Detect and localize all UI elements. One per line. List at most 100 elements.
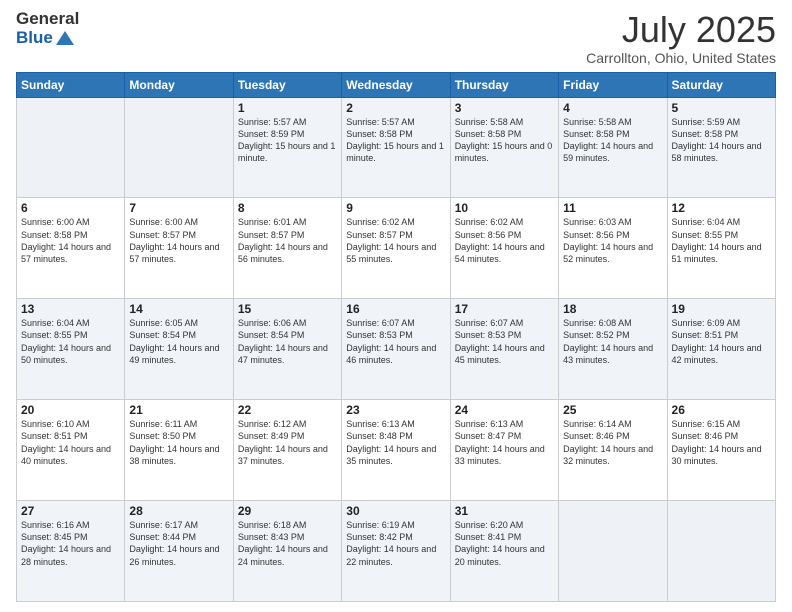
calendar-cell: 16Sunrise: 6:07 AM Sunset: 8:53 PM Dayli… (342, 299, 450, 400)
calendar-cell: 17Sunrise: 6:07 AM Sunset: 8:53 PM Dayli… (450, 299, 558, 400)
calendar-cell: 8Sunrise: 6:01 AM Sunset: 8:57 PM Daylig… (233, 198, 341, 299)
day-number: 30 (346, 504, 445, 518)
calendar-cell: 5Sunrise: 5:59 AM Sunset: 8:58 PM Daylig… (667, 97, 775, 198)
col-header-saturday: Saturday (667, 72, 775, 97)
calendar-table: SundayMondayTuesdayWednesdayThursdayFrid… (16, 72, 776, 602)
day-info: Sunrise: 6:07 AM Sunset: 8:53 PM Dayligh… (346, 317, 445, 366)
day-info: Sunrise: 6:12 AM Sunset: 8:49 PM Dayligh… (238, 418, 337, 467)
day-number: 24 (455, 403, 554, 417)
day-number: 12 (672, 201, 771, 215)
calendar-cell: 7Sunrise: 6:00 AM Sunset: 8:57 PM Daylig… (125, 198, 233, 299)
day-number: 11 (563, 201, 662, 215)
day-number: 10 (455, 201, 554, 215)
day-info: Sunrise: 5:57 AM Sunset: 8:59 PM Dayligh… (238, 116, 337, 165)
calendar-cell: 11Sunrise: 6:03 AM Sunset: 8:56 PM Dayli… (559, 198, 667, 299)
day-info: Sunrise: 6:10 AM Sunset: 8:51 PM Dayligh… (21, 418, 120, 467)
day-info: Sunrise: 6:11 AM Sunset: 8:50 PM Dayligh… (129, 418, 228, 467)
day-number: 7 (129, 201, 228, 215)
calendar-cell: 3Sunrise: 5:58 AM Sunset: 8:58 PM Daylig… (450, 97, 558, 198)
calendar-cell: 30Sunrise: 6:19 AM Sunset: 8:42 PM Dayli… (342, 501, 450, 602)
day-info: Sunrise: 5:57 AM Sunset: 8:58 PM Dayligh… (346, 116, 445, 165)
day-info: Sunrise: 5:59 AM Sunset: 8:58 PM Dayligh… (672, 116, 771, 165)
day-info: Sunrise: 6:14 AM Sunset: 8:46 PM Dayligh… (563, 418, 662, 467)
day-number: 26 (672, 403, 771, 417)
calendar-cell: 20Sunrise: 6:10 AM Sunset: 8:51 PM Dayli… (17, 400, 125, 501)
calendar-cell: 18Sunrise: 6:08 AM Sunset: 8:52 PM Dayli… (559, 299, 667, 400)
day-info: Sunrise: 6:04 AM Sunset: 8:55 PM Dayligh… (672, 216, 771, 265)
calendar-cell: 25Sunrise: 6:14 AM Sunset: 8:46 PM Dayli… (559, 400, 667, 501)
page: General Blue July 2025 Carrollton, Ohio,… (0, 0, 792, 612)
calendar-cell (559, 501, 667, 602)
day-info: Sunrise: 6:04 AM Sunset: 8:55 PM Dayligh… (21, 317, 120, 366)
day-info: Sunrise: 6:08 AM Sunset: 8:52 PM Dayligh… (563, 317, 662, 366)
day-info: Sunrise: 5:58 AM Sunset: 8:58 PM Dayligh… (455, 116, 554, 165)
day-info: Sunrise: 6:07 AM Sunset: 8:53 PM Dayligh… (455, 317, 554, 366)
day-info: Sunrise: 6:00 AM Sunset: 8:57 PM Dayligh… (129, 216, 228, 265)
day-number: 22 (238, 403, 337, 417)
day-number: 16 (346, 302, 445, 316)
day-number: 20 (21, 403, 120, 417)
day-number: 27 (21, 504, 120, 518)
calendar-cell: 6Sunrise: 6:00 AM Sunset: 8:58 PM Daylig… (17, 198, 125, 299)
day-number: 21 (129, 403, 228, 417)
calendar-cell: 13Sunrise: 6:04 AM Sunset: 8:55 PM Dayli… (17, 299, 125, 400)
day-info: Sunrise: 6:03 AM Sunset: 8:56 PM Dayligh… (563, 216, 662, 265)
day-number: 13 (21, 302, 120, 316)
logo-general: General (16, 10, 79, 29)
day-number: 19 (672, 302, 771, 316)
col-header-monday: Monday (125, 72, 233, 97)
col-header-wednesday: Wednesday (342, 72, 450, 97)
day-info: Sunrise: 6:16 AM Sunset: 8:45 PM Dayligh… (21, 519, 120, 568)
main-title: July 2025 (586, 10, 776, 50)
calendar-cell: 12Sunrise: 6:04 AM Sunset: 8:55 PM Dayli… (667, 198, 775, 299)
calendar-cell: 23Sunrise: 6:13 AM Sunset: 8:48 PM Dayli… (342, 400, 450, 501)
calendar-cell: 26Sunrise: 6:15 AM Sunset: 8:46 PM Dayli… (667, 400, 775, 501)
day-info: Sunrise: 6:05 AM Sunset: 8:54 PM Dayligh… (129, 317, 228, 366)
calendar-cell: 1Sunrise: 5:57 AM Sunset: 8:59 PM Daylig… (233, 97, 341, 198)
header: General Blue July 2025 Carrollton, Ohio,… (16, 10, 776, 66)
day-info: Sunrise: 6:02 AM Sunset: 8:57 PM Dayligh… (346, 216, 445, 265)
day-number: 4 (563, 101, 662, 115)
logo-triangle-icon (56, 31, 74, 45)
title-block: July 2025 Carrollton, Ohio, United State… (586, 10, 776, 66)
calendar-cell (667, 501, 775, 602)
day-info: Sunrise: 5:58 AM Sunset: 8:58 PM Dayligh… (563, 116, 662, 165)
day-number: 15 (238, 302, 337, 316)
calendar-cell: 21Sunrise: 6:11 AM Sunset: 8:50 PM Dayli… (125, 400, 233, 501)
calendar-cell (17, 97, 125, 198)
day-info: Sunrise: 6:20 AM Sunset: 8:41 PM Dayligh… (455, 519, 554, 568)
day-number: 17 (455, 302, 554, 316)
day-info: Sunrise: 6:18 AM Sunset: 8:43 PM Dayligh… (238, 519, 337, 568)
day-number: 28 (129, 504, 228, 518)
day-info: Sunrise: 6:00 AM Sunset: 8:58 PM Dayligh… (21, 216, 120, 265)
day-info: Sunrise: 6:13 AM Sunset: 8:48 PM Dayligh… (346, 418, 445, 467)
calendar-cell: 19Sunrise: 6:09 AM Sunset: 8:51 PM Dayli… (667, 299, 775, 400)
calendar-cell: 10Sunrise: 6:02 AM Sunset: 8:56 PM Dayli… (450, 198, 558, 299)
day-info: Sunrise: 6:15 AM Sunset: 8:46 PM Dayligh… (672, 418, 771, 467)
day-number: 5 (672, 101, 771, 115)
day-info: Sunrise: 6:17 AM Sunset: 8:44 PM Dayligh… (129, 519, 228, 568)
calendar-cell: 2Sunrise: 5:57 AM Sunset: 8:58 PM Daylig… (342, 97, 450, 198)
day-number: 2 (346, 101, 445, 115)
day-info: Sunrise: 6:01 AM Sunset: 8:57 PM Dayligh… (238, 216, 337, 265)
col-header-tuesday: Tuesday (233, 72, 341, 97)
logo-blue: Blue (16, 29, 53, 48)
calendar-cell: 4Sunrise: 5:58 AM Sunset: 8:58 PM Daylig… (559, 97, 667, 198)
col-header-sunday: Sunday (17, 72, 125, 97)
day-number: 8 (238, 201, 337, 215)
calendar-cell: 24Sunrise: 6:13 AM Sunset: 8:47 PM Dayli… (450, 400, 558, 501)
day-number: 23 (346, 403, 445, 417)
calendar-cell: 29Sunrise: 6:18 AM Sunset: 8:43 PM Dayli… (233, 501, 341, 602)
calendar-cell: 28Sunrise: 6:17 AM Sunset: 8:44 PM Dayli… (125, 501, 233, 602)
day-number: 14 (129, 302, 228, 316)
calendar-cell: 22Sunrise: 6:12 AM Sunset: 8:49 PM Dayli… (233, 400, 341, 501)
calendar-cell: 9Sunrise: 6:02 AM Sunset: 8:57 PM Daylig… (342, 198, 450, 299)
day-info: Sunrise: 6:06 AM Sunset: 8:54 PM Dayligh… (238, 317, 337, 366)
day-number: 3 (455, 101, 554, 115)
day-info: Sunrise: 6:02 AM Sunset: 8:56 PM Dayligh… (455, 216, 554, 265)
calendar-cell: 15Sunrise: 6:06 AM Sunset: 8:54 PM Dayli… (233, 299, 341, 400)
day-info: Sunrise: 6:19 AM Sunset: 8:42 PM Dayligh… (346, 519, 445, 568)
day-number: 29 (238, 504, 337, 518)
subtitle: Carrollton, Ohio, United States (586, 50, 776, 66)
calendar-cell: 31Sunrise: 6:20 AM Sunset: 8:41 PM Dayli… (450, 501, 558, 602)
